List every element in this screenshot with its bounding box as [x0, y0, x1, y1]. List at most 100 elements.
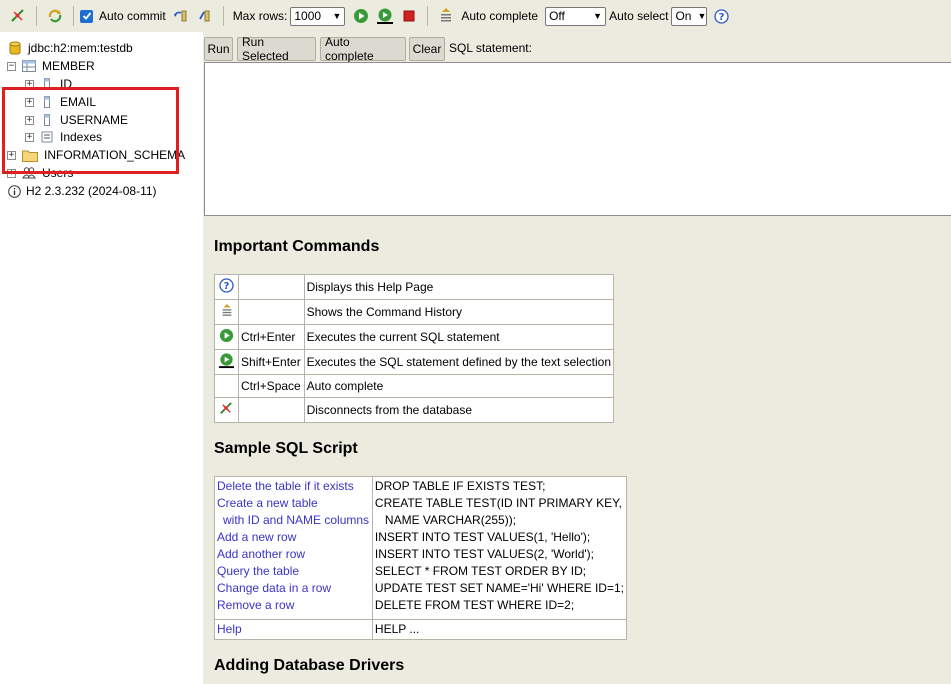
collapse-icon[interactable]: − [7, 61, 16, 71]
toolbar-divider [427, 6, 429, 26]
shortcut-cell: Ctrl+Enter [238, 324, 305, 350]
sql-line: DELETE FROM TEST WHERE ID=2; [374, 598, 575, 612]
auto-commit-checkbox[interactable] [80, 9, 93, 23]
run-icon[interactable] [351, 5, 371, 27]
toolbar: Auto commit Max rows: 1000 ▼ Auto complet… [0, 0, 951, 32]
commit-icon[interactable] [195, 5, 215, 27]
description-cell: Auto complete [303, 374, 615, 398]
refresh-icon[interactable] [45, 5, 65, 27]
sample-link-help[interactable]: Help [217, 621, 370, 638]
history-icon [213, 299, 240, 325]
clear-button[interactable]: Clear [409, 37, 445, 61]
help-link-cell: Help [214, 619, 373, 640]
toolbar-divider [36, 6, 37, 26]
svg-text:?: ? [719, 12, 725, 23]
stop-icon[interactable] [399, 5, 419, 27]
commands-table: ? Displays this Help Page Shows the Comm… [213, 274, 615, 423]
description-cell: Executes the SQL statement defined by th… [303, 349, 615, 375]
table-row: Ctrl+Space Auto complete [213, 374, 615, 398]
sample-link-delete[interactable]: Remove a row [217, 597, 370, 614]
chevron-down-icon: ▼ [697, 11, 707, 21]
table-row: Help HELP ... [214, 619, 628, 640]
table-row: Disconnects from the database [213, 397, 615, 423]
info-icon [7, 184, 21, 198]
disconnect-icon [213, 397, 240, 423]
shortcut-cell: Shift+Enter [238, 349, 305, 375]
sql-line: INSERT INTO TEST VALUES(2, 'World'); [374, 547, 594, 561]
chevron-down-icon: ▼ [593, 11, 603, 21]
table-row: Delete the table if it exists Create a n… [214, 476, 628, 620]
highlight-annotation [2, 87, 179, 174]
shortcut-cell: Ctrl+Space [238, 374, 305, 398]
table-row: Shows the Command History [213, 299, 615, 325]
table-row: Ctrl+Enter Executes the current SQL stat… [213, 324, 615, 350]
table-row: ? Displays this Help Page [213, 274, 615, 300]
table-icon [22, 59, 36, 73]
shortcut-cell [238, 274, 305, 300]
run-selected-button[interactable]: Run Selected [237, 35, 316, 63]
run-icon [213, 324, 240, 350]
sample-sql-table: Delete the table if it exists Create a n… [214, 476, 628, 640]
description-cell: Disconnects from the database [303, 397, 615, 423]
auto-complete-label: Auto complete [461, 9, 539, 23]
sample-links-cell: Delete the table if it exists Create a n… [214, 476, 373, 620]
auto-select-value: On [675, 9, 692, 23]
description-cell: Executes the current SQL statement [303, 324, 615, 350]
sample-link-create-columns[interactable]: with ID and NAME columns [217, 512, 370, 529]
sample-link-update[interactable]: Change data in a row [217, 580, 370, 597]
sql-line: UPDATE TEST SET NAME='Hi' WHERE ID=1; [374, 581, 624, 595]
shortcut-cell [238, 397, 305, 423]
toolbar-divider [222, 6, 224, 26]
toolbar-divider [73, 6, 74, 26]
sample-sql-title: Sample SQL Script [214, 440, 358, 457]
help-sql-cell: HELP ... [371, 619, 628, 640]
auto-select-label: Auto select [609, 9, 669, 23]
sample-link-insert1[interactable]: Add a new row [217, 529, 370, 546]
sql-statement-label: SQL statement: [449, 41, 532, 55]
sample-sql-cell: DROP TABLE IF EXISTS TEST; CREATE TABLE … [371, 476, 628, 620]
table-label: MEMBER [42, 59, 95, 73]
help-icon[interactable]: ? [711, 5, 731, 27]
object-tree: jdbc:h2:mem:testdb − MEMBER + ID + EMAIL… [0, 32, 203, 684]
sql-line: DROP TABLE IF EXISTS TEST; [374, 479, 546, 493]
description-cell: Displays this Help Page [303, 274, 615, 300]
important-commands-title: Important Commands [214, 238, 380, 255]
auto-commit-label: Auto commit [99, 9, 166, 23]
sample-link-insert2[interactable]: Add another row [217, 546, 370, 563]
description-cell: Shows the Command History [303, 299, 615, 325]
tree-connection[interactable]: jdbc:h2:mem:testdb [8, 39, 133, 57]
auto-complete-value: Off [549, 9, 565, 23]
max-rows-value: 1000 [294, 9, 322, 23]
disconnect-icon[interactable] [8, 5, 28, 27]
sql-line: SELECT * FROM TEST ORDER BY ID; [374, 564, 587, 578]
sample-link-drop[interactable]: Delete the table if it exists [217, 478, 370, 495]
auto-complete-button[interactable]: Auto complete [320, 35, 406, 63]
sql-line: INSERT INTO TEST VALUES(1, 'Hello'); [374, 530, 591, 544]
sample-link-select[interactable]: Query the table [217, 563, 370, 580]
sql-statement-input[interactable] [204, 62, 951, 216]
version-label: H2 2.3.232 (2024-08-11) [26, 184, 157, 198]
history-icon[interactable] [436, 5, 456, 27]
run-selected-icon[interactable] [375, 5, 395, 27]
max-rows-select[interactable]: 1000 ▼ [290, 6, 346, 26]
auto-select-select[interactable]: On ▼ [671, 6, 708, 26]
help-icon: ? [213, 274, 240, 300]
empty-icon-cell [213, 374, 240, 398]
database-icon [8, 41, 22, 55]
tree-version: H2 2.3.232 (2024-08-11) [7, 182, 157, 200]
svg-text:?: ? [224, 281, 230, 292]
run-selected-icon [213, 349, 240, 375]
sql-line: HELP ... [374, 622, 420, 636]
rollback-icon[interactable] [171, 5, 191, 27]
table-row: Shift+Enter Executes the SQL statement d… [213, 349, 615, 375]
auto-complete-select[interactable]: Off ▼ [545, 6, 607, 26]
max-rows-label: Max rows: [232, 9, 288, 23]
sql-line: NAME VARCHAR(255)); [384, 513, 517, 527]
sql-editor-panel: Run Run Selected Auto complete Clear SQL… [203, 32, 951, 232]
sample-link-create[interactable]: Create a new table [217, 495, 370, 512]
tree-table-member[interactable]: − MEMBER [7, 57, 95, 75]
run-button[interactable]: Run [204, 37, 233, 61]
help-panel: Important Commands ? Displays this Help … [203, 216, 951, 684]
connection-label: jdbc:h2:mem:testdb [28, 41, 133, 55]
